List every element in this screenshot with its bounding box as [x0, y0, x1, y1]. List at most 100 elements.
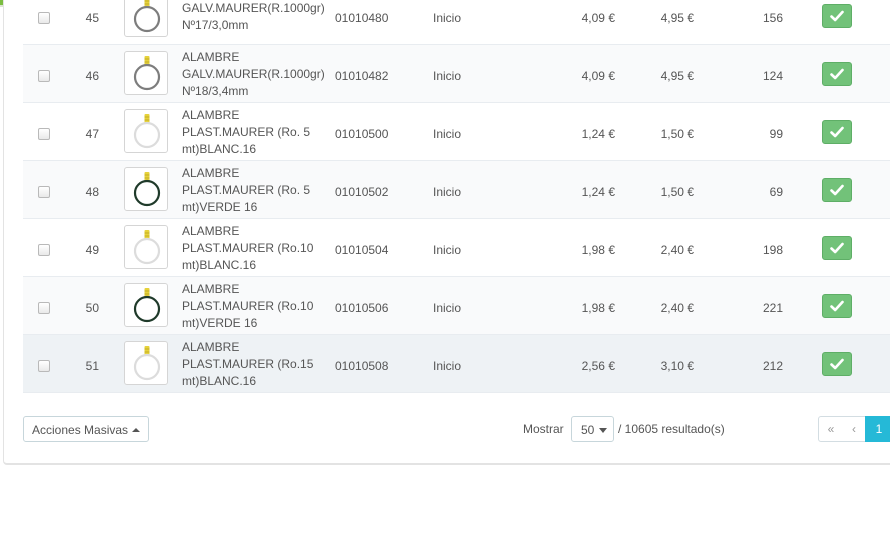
- status-enabled-button[interactable]: [822, 352, 852, 376]
- results-count: / 10605 resultado(s): [618, 422, 725, 436]
- product-name-line: mt)BLANC.16: [182, 374, 257, 388]
- wire-coil-icon: [133, 346, 161, 381]
- check-icon: [830, 10, 844, 22]
- product-quantity: 124: [762, 69, 783, 83]
- row-select-checkbox[interactable]: [38, 302, 50, 314]
- product-price-tax: 2,40 €: [660, 301, 694, 315]
- product-quantity: 212: [762, 359, 783, 373]
- product-name-line: PLAST.MAURER (Ro.10: [182, 299, 314, 313]
- product-price-tax: 2,40 €: [660, 243, 694, 257]
- product-thumbnail[interactable]: [124, 225, 168, 269]
- product-id: 46: [85, 69, 99, 83]
- product-price: 1,24 €: [581, 185, 615, 199]
- product-thumbnail[interactable]: [124, 167, 168, 211]
- status-enabled-button[interactable]: [822, 236, 852, 260]
- product-name: ALAMBRE PLAST.MAURER (Ro.10 mt)BLANC.16: [182, 223, 332, 274]
- status-enabled-button[interactable]: [822, 120, 852, 144]
- product-thumbnail[interactable]: [124, 51, 168, 95]
- check-icon: [830, 242, 844, 254]
- product-name: GALV.MAURER(R.1000gr) Nº17/3,0mm: [182, 0, 332, 34]
- product-name: ALAMBRE GALV.MAURER(R.1000gr) Nº18/3,4mm: [182, 49, 332, 100]
- row-select-checkbox[interactable]: [38, 70, 50, 82]
- product-name-line: ALAMBRE: [182, 282, 240, 296]
- product-price-tax: 3,10 €: [660, 359, 694, 373]
- row-select-checkbox[interactable]: [38, 186, 50, 198]
- product-category: Inicio: [433, 359, 462, 373]
- bulk-actions-button[interactable]: Acciones Masivas: [23, 416, 149, 442]
- table-footer: Acciones Masivas Mostrar 50 / 10605 resu…: [23, 416, 890, 444]
- wire-coil-icon: [133, 0, 161, 33]
- product-thumbnail[interactable]: [124, 0, 168, 37]
- product-name: ALAMBRE PLAST.MAURER (Ro.10 mt)VERDE 16: [182, 281, 332, 332]
- wire-coil-icon: [133, 172, 161, 207]
- product-name-line: mt)VERDE 16: [182, 200, 258, 214]
- product-category: Inicio: [433, 127, 462, 141]
- product-id: 51: [85, 359, 99, 373]
- current-page-button[interactable]: 1: [865, 416, 890, 442]
- table-row: 46 ALAMBRE GALV.MAURER(R.1000gr) Nº18/3,4mm…: [23, 45, 890, 103]
- table-row: 50 ALAMBRE PLAST.MAURER (Ro.10 mt)VERDE 16 0…: [23, 277, 890, 335]
- product-quantity: 156: [762, 11, 783, 25]
- product-name-line: ALAMBRE: [182, 166, 240, 180]
- check-icon: [830, 300, 844, 312]
- product-id: 48: [85, 185, 99, 199]
- check-icon: [830, 358, 844, 370]
- product-price-tax: 4,95 €: [660, 11, 694, 25]
- table-row: 49 ALAMBRE PLAST.MAURER (Ro.10 mt)BLANC.16 0…: [23, 219, 890, 277]
- first-page-button[interactable]: «: [818, 416, 844, 442]
- row-select-checkbox[interactable]: [38, 12, 50, 24]
- current-page-number: 1: [875, 422, 883, 436]
- row-select-checkbox[interactable]: [38, 360, 50, 372]
- bulk-actions-label: Acciones Masivas: [32, 423, 129, 437]
- product-name-line: PLAST.MAURER (Ro. 5: [182, 125, 311, 139]
- table-row: 45 GALV.MAURER(R.1000gr) Nº17/3,0mm 0101048…: [23, 0, 890, 45]
- show-label: Mostrar: [523, 422, 564, 436]
- product-price-tax: 4,95 €: [660, 69, 694, 83]
- product-thumbnail[interactable]: [124, 283, 168, 327]
- check-icon: [830, 184, 844, 196]
- status-enabled-button[interactable]: [822, 4, 852, 28]
- page-size-select[interactable]: 50: [571, 416, 614, 442]
- product-name-line: ALAMBRE: [182, 224, 240, 238]
- product-price: 2,56 €: [581, 359, 615, 373]
- row-select-checkbox[interactable]: [38, 244, 50, 256]
- row-select-checkbox[interactable]: [38, 128, 50, 140]
- wire-coil-icon: [133, 288, 161, 323]
- product-name-line: PLAST.MAURER (Ro. 5: [182, 183, 311, 197]
- status-enabled-button[interactable]: [822, 62, 852, 86]
- product-name-line: GALV.MAURER(R.1000gr): [182, 1, 325, 15]
- product-price: 4,09 €: [581, 11, 615, 25]
- product-price: 1,24 €: [581, 127, 615, 141]
- product-name-line: mt)BLANC.16: [182, 142, 257, 156]
- product-name-line: PLAST.MAURER (Ro.10: [182, 241, 314, 255]
- product-name: ALAMBRE PLAST.MAURER (Ro. 5 mt)VERDE 16: [182, 165, 332, 216]
- product-name-line: PLAST.MAURER (Ro.15: [182, 357, 314, 371]
- caret-up-icon: [132, 428, 140, 432]
- status-enabled-button[interactable]: [822, 178, 852, 202]
- table-row: 48 ALAMBRE PLAST.MAURER (Ro. 5 mt)VERDE 16 0…: [23, 161, 890, 219]
- wire-coil-icon: [133, 114, 161, 149]
- product-category: Inicio: [433, 185, 462, 199]
- product-thumbnail[interactable]: [124, 341, 168, 385]
- product-quantity: 198: [762, 243, 783, 257]
- page-size-value: 50: [581, 423, 595, 437]
- status-enabled-button[interactable]: [822, 294, 852, 318]
- product-category: Inicio: [433, 301, 462, 315]
- double-chevron-left-icon: «: [827, 422, 835, 436]
- product-price-tax: 1,50 €: [660, 127, 694, 141]
- products-table: 45 GALV.MAURER(R.1000gr) Nº17/3,0mm 0101048…: [23, 0, 890, 393]
- product-name-line: Nº17/3,0mm: [182, 18, 249, 32]
- product-price: 4,09 €: [581, 69, 615, 83]
- chevron-left-icon: ‹: [852, 422, 856, 436]
- product-category: Inicio: [433, 11, 462, 25]
- product-name-line: GALV.MAURER(R.1000gr): [182, 67, 325, 81]
- product-name: ALAMBRE PLAST.MAURER (Ro. 5 mt)BLANC.16: [182, 107, 332, 158]
- product-thumbnail[interactable]: [124, 109, 168, 153]
- product-reference: 01010508: [335, 359, 389, 373]
- previous-page-button[interactable]: ‹: [843, 416, 866, 442]
- product-name-line: Nº18/3,4mm: [182, 84, 249, 98]
- product-quantity: 221: [762, 301, 783, 315]
- product-category: Inicio: [433, 69, 462, 83]
- product-id: 50: [85, 301, 99, 315]
- wire-coil-icon: [133, 56, 161, 91]
